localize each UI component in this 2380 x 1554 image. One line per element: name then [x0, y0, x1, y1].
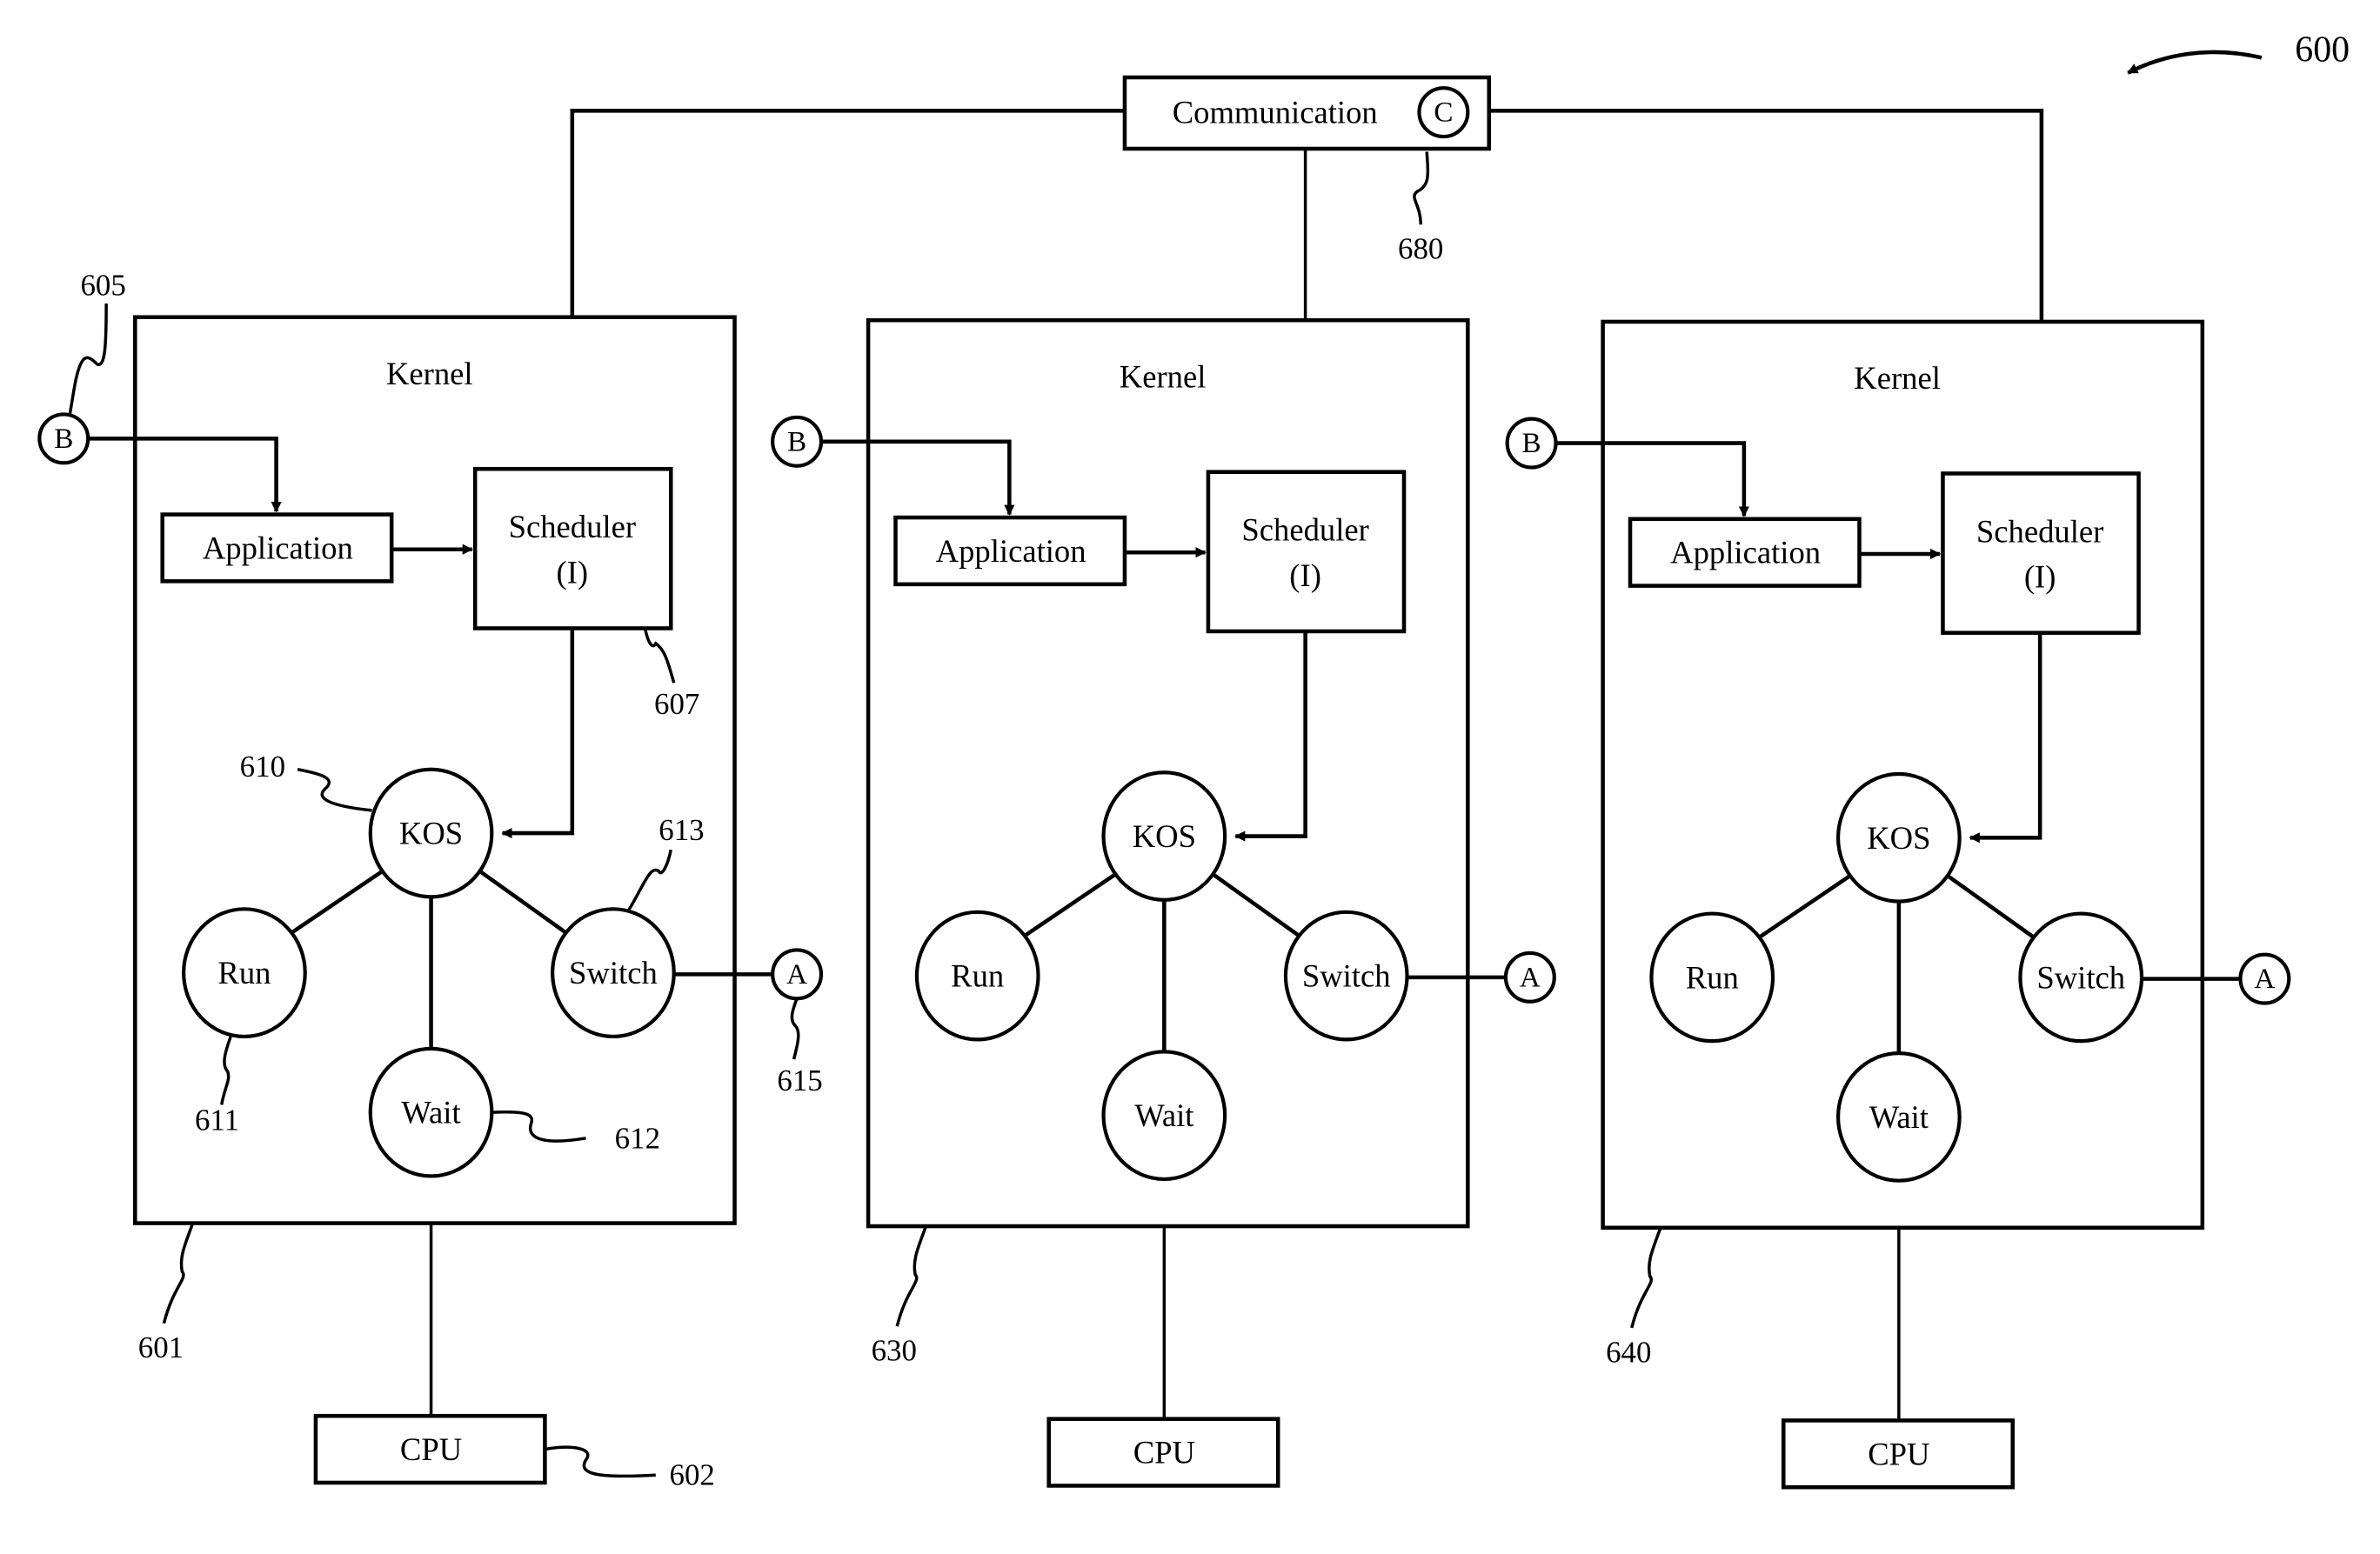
application-label: Application [936, 533, 1086, 569]
state-switch-label: Switch [1302, 958, 1391, 994]
state-switch-label: Switch [2036, 959, 2125, 995]
connector-c-label: C [1434, 97, 1453, 129]
ref-leader-kernel [162, 1222, 195, 1324]
scheduler-id: (I) [1289, 557, 1321, 593]
connector-a-label: A [786, 958, 807, 990]
ref-605: 605 [80, 269, 125, 303]
kernel-1: Kernel B Application Scheduler (I) KOS Run Wait… [37, 269, 824, 1492]
scheduler-label: Scheduler [1241, 512, 1368, 548]
ref-leader-kernel [895, 1225, 928, 1327]
ref-613: 613 [659, 813, 704, 847]
state-kos-label: KOS [1867, 820, 1930, 856]
state-wait-label: Wait [401, 1095, 460, 1130]
scheduler-id: (I) [2024, 559, 2056, 595]
application-label: Application [203, 530, 353, 565]
figure-number: 600 [2127, 30, 2350, 75]
state-run-label: Run [951, 958, 1004, 994]
state-switch-label: Switch [569, 955, 658, 990]
kernel-title: Kernel [386, 356, 473, 391]
connector-b-label: B [54, 423, 73, 455]
scheduler-label: Scheduler [509, 509, 636, 544]
connector-b-label: B [1522, 427, 1541, 459]
ref-leader-602 [545, 1445, 656, 1478]
scheduler-box [1941, 471, 2141, 635]
kernel-scheduling-diagram: 600 Communication C 680 Kernel B Applicati… [37, 30, 2350, 1492]
connector-b-label: B [787, 425, 806, 457]
ref-leader-605 [68, 303, 108, 415]
state-wait-label: Wait [1869, 1099, 1929, 1135]
ref-602: 602 [670, 1458, 715, 1492]
scheduler-id: (I) [557, 554, 589, 590]
ref-612: 612 [615, 1121, 660, 1155]
scheduler-label: Scheduler [1976, 513, 2103, 549]
ref-680: 680 [1398, 232, 1443, 266]
ref-kernel: 640 [1606, 1335, 1651, 1369]
ref-615: 615 [777, 1064, 822, 1097]
state-run-label: Run [217, 955, 271, 990]
scheduler-box [472, 466, 673, 630]
connector-a-label: A [2254, 963, 2275, 995]
scheduler-box [1206, 470, 1407, 634]
kernel-2: Kernel B Application Scheduler (I) KOS Run Wait… [771, 317, 1556, 1488]
communication-label: Communication [1173, 95, 1378, 130]
state-kos-label: KOS [399, 816, 463, 851]
ref-leader-680 [1413, 151, 1430, 225]
cpu-label: CPU [1868, 1436, 1929, 1471]
state-wait-label: Wait [1134, 1097, 1193, 1133]
figure-number-label: 600 [2295, 30, 2350, 70]
kernel-title: Kernel [1120, 358, 1207, 394]
cpu-label: CPU [400, 1431, 462, 1467]
kernel-title: Kernel [1854, 360, 1941, 396]
ref-kernel: 601 [138, 1331, 184, 1364]
connector-a-label: A [1520, 961, 1541, 993]
ref-leader-kernel [1630, 1227, 1662, 1329]
ref-leader-615 [790, 997, 800, 1060]
state-kos-label: KOS [1133, 818, 1196, 854]
state-run-label: Run [1686, 959, 1739, 995]
figure-pointer-arrow [2127, 50, 2263, 75]
kernel-3: Kernel B Application Scheduler (I) KOS Run Wait… [1505, 319, 2291, 1490]
ref-610: 610 [240, 750, 285, 784]
cpu-label: CPU [1133, 1435, 1195, 1471]
ref-kernel: 630 [872, 1334, 917, 1368]
ref-611: 611 [195, 1103, 239, 1137]
application-label: Application [1670, 535, 1821, 570]
ref-607: 607 [654, 687, 699, 721]
